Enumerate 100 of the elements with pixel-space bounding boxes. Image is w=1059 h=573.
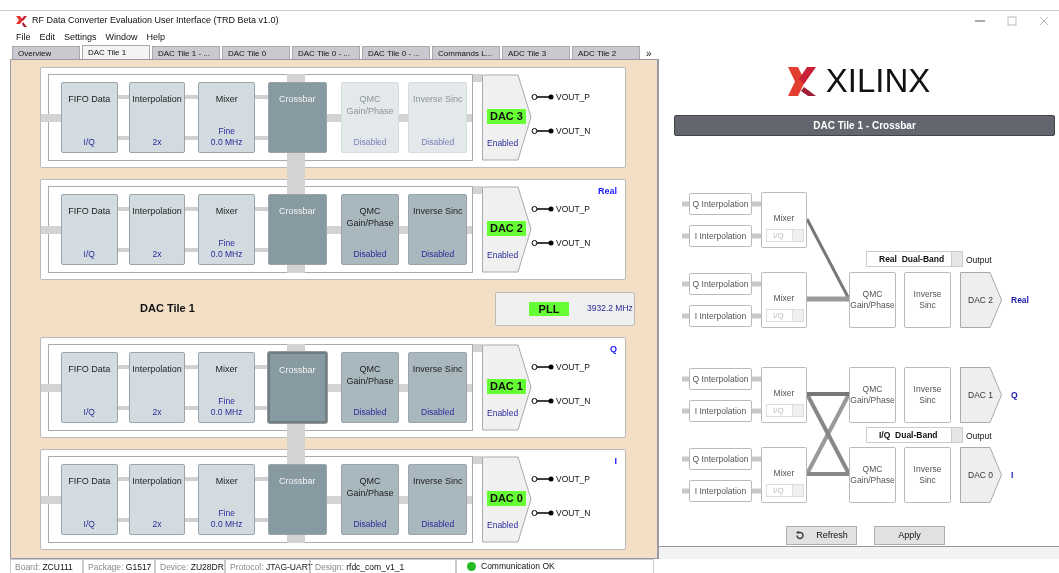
mixer-node[interactable]: Mixer I/Q: [761, 192, 807, 248]
close-icon[interactable]: [1039, 16, 1049, 26]
menu-item[interactable]: File: [16, 30, 31, 45]
connector-line: [752, 488, 761, 494]
block-title: Inverse Sinc: [412, 475, 463, 487]
block-title: QMC Gain/Phase: [345, 93, 395, 117]
output-pin-icon: [531, 397, 554, 405]
caret-icon: [951, 252, 962, 266]
interpolation-node[interactable]: I Interpolation: [689, 305, 752, 327]
interpolation-node[interactable]: I Interpolation: [689, 480, 752, 502]
tab[interactable]: DAC Tile 0 - ...: [292, 46, 360, 59]
dac-status: Enabled: [487, 519, 519, 532]
tab[interactable]: DAC Tile 1 - ...: [152, 46, 220, 59]
status-item: Board: ZCU111: [10, 559, 83, 573]
fifo-block[interactable]: FIFO Data I/Q: [60, 82, 118, 153]
pll-frequency: 3932.2 MHz: [587, 302, 633, 315]
block-title: Mixer: [215, 205, 238, 217]
inverse-sinc-block[interactable]: Inverse Sinc Disabled: [408, 194, 468, 265]
mixer-block[interactable]: Mixer Fine 0.0 MHz: [198, 194, 256, 265]
block-title: Mixer: [215, 363, 238, 375]
output-pin-icon: [531, 239, 554, 247]
mixer-node[interactable]: Mixer I/Q: [761, 447, 807, 503]
refresh-button[interactable]: Refresh: [786, 526, 857, 545]
apply-button[interactable]: Apply: [874, 526, 945, 545]
inverse-sinc-block[interactable]: Inverse Sinc Disabled: [408, 464, 468, 535]
tab[interactable]: DAC Tile 0: [222, 46, 290, 59]
interpolation-node[interactable]: I Interpolation: [689, 225, 752, 247]
block-value: Fine 0.0 MHz: [210, 396, 243, 418]
block-value: Disabled: [353, 249, 387, 260]
tile-label: DAC Tile 1: [140, 301, 195, 317]
tab[interactable]: DAC Tile 0 - ...: [362, 46, 430, 59]
status-item: Package: G1517: [83, 559, 155, 573]
output-label: VOUT_N: [556, 237, 591, 250]
qmc-node[interactable]: QMC Gain/Phase: [849, 272, 896, 328]
connector-line: [752, 376, 761, 382]
dac-node[interactable]: DAC 0: [960, 447, 1002, 503]
mixer-block[interactable]: Mixer Fine 0.0 MHz: [198, 464, 256, 535]
interpolation-block[interactable]: Interpolation 2x: [128, 194, 186, 265]
output-mode-label: Q: [1011, 389, 1018, 402]
inverse-sinc-block[interactable]: Inverse Sinc Disabled: [408, 352, 467, 423]
block-title: Crossbar: [279, 93, 316, 105]
qmc-node[interactable]: QMC Gain/Phase: [849, 367, 896, 423]
connector-line: [682, 201, 689, 207]
output-pin-icon: [531, 93, 554, 101]
block-value: 2x: [152, 407, 162, 418]
interpolation-node[interactable]: I Interpolation: [689, 400, 752, 422]
interpolation-node[interactable]: Q Interpolation: [689, 448, 752, 470]
dac-status: Enabled: [487, 137, 519, 150]
menu-item[interactable]: Edit: [39, 30, 56, 45]
more-tabs-button[interactable]: »: [646, 48, 652, 59]
connector-line: [682, 456, 689, 462]
pll-label: PLL: [529, 301, 569, 316]
interpolation-block[interactable]: Interpolation 2x: [128, 464, 186, 535]
connector-line: [682, 408, 689, 414]
output-select[interactable]: Real Dual-Band: [866, 251, 963, 267]
qmc-block[interactable]: QMC Gain/Phase Disabled: [340, 352, 400, 423]
inverse-sinc-node[interactable]: Inverse Sinc: [904, 272, 951, 328]
inverse-sinc-node[interactable]: Inverse Sinc: [904, 447, 951, 503]
interpolation-block[interactable]: Interpolation 2x: [128, 82, 186, 153]
fifo-block[interactable]: FIFO Data I/Q: [60, 464, 118, 535]
mixer-node[interactable]: Mixer I/Q: [761, 272, 807, 328]
fifo-block[interactable]: FIFO Data I/Q: [60, 352, 118, 423]
fifo-block[interactable]: FIFO Data I/Q: [60, 194, 118, 265]
block-value: Disabled: [353, 519, 387, 530]
status-item: Device: ZU28DR: [155, 559, 225, 573]
output-pin-icon: [531, 475, 554, 483]
interpolation-node[interactable]: Q Interpolation: [689, 193, 752, 215]
tab[interactable]: ADC Tile 3: [502, 46, 570, 59]
block-title: Inverse Sinc: [412, 205, 463, 217]
output-label: Output: [966, 254, 992, 267]
menu-item[interactable]: Window: [105, 30, 138, 45]
mixer-block[interactable]: Mixer Fine 0.0 MHz: [198, 352, 255, 423]
channel-mode-label: I: [614, 455, 617, 468]
mixer-node[interactable]: Mixer I/Q: [761, 367, 807, 423]
tab[interactable]: Overview: [12, 46, 80, 59]
inverse-sinc-node[interactable]: Inverse Sinc: [904, 367, 951, 423]
dac-node[interactable]: DAC 1: [960, 367, 1002, 423]
mixer-block[interactable]: Mixer Fine 0.0 MHz: [198, 82, 256, 153]
caret-icon: [792, 310, 803, 321]
maximize-icon[interactable]: [1007, 16, 1017, 26]
interpolation-block[interactable]: Interpolation 2x: [128, 352, 186, 423]
tab[interactable]: ADC Tile 2: [572, 46, 640, 59]
qmc-node[interactable]: QMC Gain/Phase: [849, 447, 896, 503]
app-logo-icon: [16, 15, 27, 27]
tab[interactable]: Commands L...: [432, 46, 500, 59]
dac-node[interactable]: DAC 2: [960, 272, 1002, 328]
block-value: Disabled: [421, 249, 455, 260]
output-label: VOUT_P: [556, 203, 590, 216]
menu-item[interactable]: Settings: [64, 30, 97, 45]
interpolation-node[interactable]: Q Interpolation: [689, 368, 752, 390]
qmc-block[interactable]: QMC Gain/Phase Disabled: [340, 464, 400, 535]
block-title: Inverse Sinc: [412, 93, 463, 105]
qmc-block[interactable]: QMC Gain/Phase Disabled: [340, 194, 400, 265]
interpolation-node[interactable]: Q Interpolation: [689, 273, 752, 295]
menu-item[interactable]: Help: [146, 30, 166, 45]
block-value: 2x: [152, 519, 162, 530]
output-select[interactable]: I/Q Dual-Band: [866, 427, 963, 443]
block-title: Crossbar: [279, 205, 316, 217]
block-title: QMC Gain/Phase: [345, 363, 395, 387]
tab[interactable]: DAC Tile 1: [82, 45, 150, 59]
